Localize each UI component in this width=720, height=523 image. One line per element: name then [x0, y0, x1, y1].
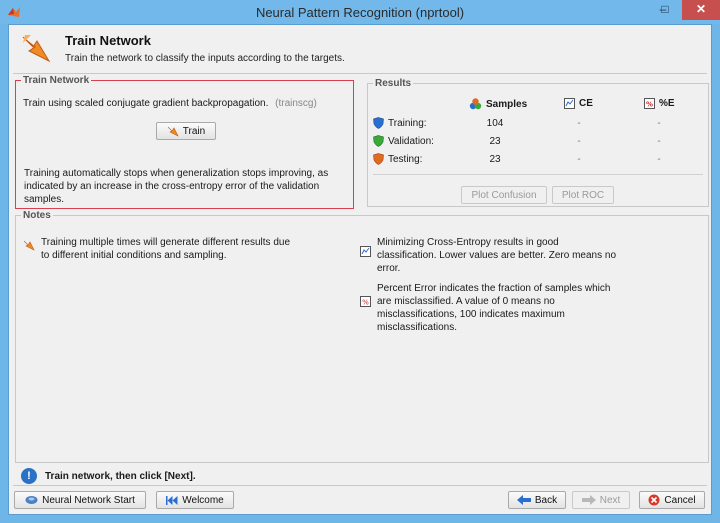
notes-panel-label: Notes [21, 210, 53, 221]
window-title: Neural Pattern Recognition (nprtool) [255, 5, 465, 20]
samples-icon [469, 98, 482, 110]
status-text: Train network, then click [Next]. [45, 470, 196, 482]
train-network-panel: Train Network Train using scaled conjuga… [15, 75, 354, 209]
status-message: ! Train network, then click [Next]. [21, 468, 196, 484]
validation-samples: 23 [489, 136, 501, 147]
training-stop-note: Training automatically stops when genera… [24, 168, 329, 205]
welcome-label: Welcome [182, 494, 224, 506]
header-divider [13, 73, 707, 74]
title-bar[interactable]: Neural Pattern Recognition (nprtool) – □… [0, 0, 720, 24]
train-panel-label: Train Network [21, 75, 92, 86]
cross-entropy-note-icon [360, 246, 371, 257]
testing-shield-icon [373, 153, 384, 165]
back-arrow-icon [516, 495, 531, 505]
training-ce: - [577, 118, 581, 129]
next-arrow-icon [581, 495, 596, 505]
validation-percent-error: - [657, 136, 661, 147]
neural-network-start-label: Neural Network Start [42, 494, 135, 506]
training-label: Training: [388, 117, 427, 129]
page-subtitle: Train the network to classify the inputs… [65, 53, 345, 64]
info-icon: ! [21, 468, 37, 484]
training-shield-icon [373, 117, 384, 129]
training-algorithm-code: (trainscg) [275, 98, 317, 109]
results-divider [373, 174, 703, 175]
cancel-label: Cancel [664, 494, 696, 506]
next-button[interactable]: Next [572, 491, 630, 509]
ce-header-label: CE [579, 98, 593, 109]
samples-header-label: Samples [486, 98, 528, 110]
train-arrow-icon [22, 35, 51, 63]
train-arrow-small-icon [23, 240, 35, 251]
testing-label: Testing: [388, 153, 423, 165]
back-label: Back [534, 494, 558, 506]
percent-error-note: % Percent Error indicates the fraction o… [360, 282, 620, 334]
training-algorithm: Train using scaled conjugate gradient ba… [23, 98, 317, 109]
footer-divider [13, 485, 707, 486]
notes-panel: Notes Training multiple times will gener… [15, 210, 709, 463]
welcome-button[interactable]: Welcome [156, 491, 234, 509]
percent-error-note-text: Percent Error indicates the fraction of … [377, 283, 611, 333]
validation-row-label: Validation: [373, 135, 434, 147]
svg-text:%: % [362, 299, 369, 307]
close-button[interactable]: ✕ [682, 0, 720, 20]
testing-ce: - [577, 154, 581, 165]
next-label: Next [599, 494, 621, 506]
train-button[interactable]: Train [156, 122, 216, 140]
testing-row-label: Testing: [373, 153, 422, 165]
percent-error-header-label: %E [659, 98, 675, 109]
maximize-button[interactable]: □ [652, 0, 678, 20]
back-button[interactable]: Back [508, 491, 566, 509]
testing-percent-error: - [657, 154, 661, 165]
validation-shield-icon [373, 135, 384, 147]
network-icon [25, 496, 38, 504]
training-algorithm-text: Train using scaled conjugate gradient ba… [23, 98, 269, 109]
samples-header: Samples [469, 98, 527, 110]
training-row-label: Training: [373, 117, 427, 129]
results-panel: Results Samples CE % %E Training: 104 - … [367, 78, 709, 207]
ce-header: CE [564, 98, 593, 109]
validation-ce: - [577, 136, 581, 147]
train-button-label: Train [182, 125, 206, 137]
app-window: Neural Pattern Recognition (nprtool) – □… [0, 0, 720, 523]
cross-entropy-note: Minimizing Cross-Entropy results in good… [360, 236, 620, 275]
percent-error-header: % %E [644, 98, 675, 109]
wizard-content: Train Network Train the network to class… [8, 24, 712, 515]
cross-entropy-note-text: Minimizing Cross-Entropy results in good… [377, 237, 617, 274]
retrain-note: Training multiple times will generate di… [23, 236, 293, 262]
testing-samples: 23 [489, 154, 501, 165]
train-icon [167, 126, 179, 137]
rewind-icon [166, 495, 178, 505]
neural-network-start-button[interactable]: Neural Network Start [14, 491, 146, 509]
training-percent-error: - [657, 118, 661, 129]
percent-error-note-icon: % [360, 296, 371, 307]
plot-confusion-button[interactable]: Plot Confusion [461, 186, 547, 204]
results-panel-label: Results [373, 78, 414, 89]
cross-entropy-icon [564, 98, 575, 109]
training-samples: 104 [486, 118, 504, 129]
plot-roc-button[interactable]: Plot ROC [552, 186, 614, 204]
svg-text:%: % [646, 101, 653, 109]
validation-label: Validation: [388, 135, 434, 147]
percent-error-icon: % [644, 98, 655, 109]
page-title: Train Network [65, 33, 151, 48]
cancel-button[interactable]: Cancel [639, 491, 705, 509]
retrain-note-text: Training multiple times will generate di… [41, 237, 291, 261]
cancel-icon [648, 494, 660, 506]
